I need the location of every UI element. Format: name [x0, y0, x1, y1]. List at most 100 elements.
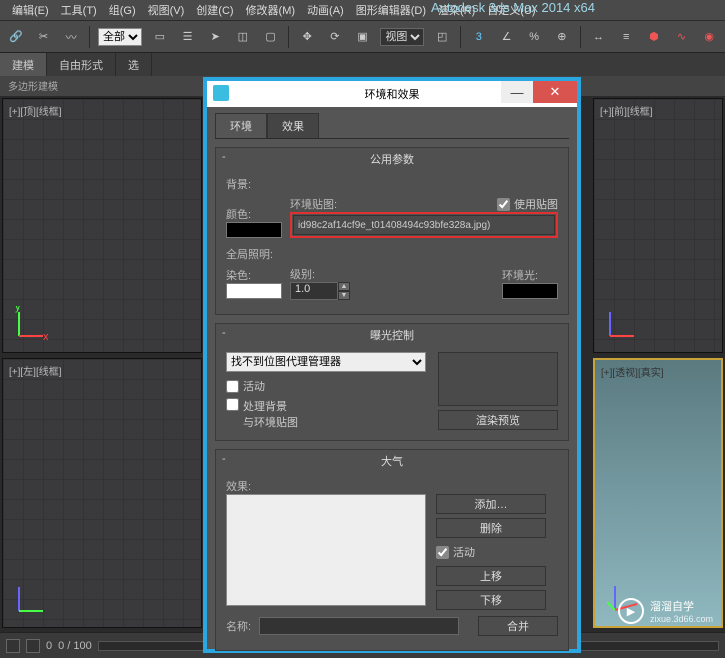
- svg-text:y: y: [15, 306, 21, 313]
- label-process-bg: 处理背景: [243, 401, 287, 413]
- link-icon[interactable]: 🔗: [6, 27, 26, 47]
- menu-edit[interactable]: 编辑(E): [8, 2, 53, 18]
- add-effect-button[interactable]: 添加…: [436, 494, 546, 514]
- region-icon[interactable]: ◫: [233, 27, 253, 47]
- pivot-icon[interactable]: ◰: [432, 27, 452, 47]
- curve-icon[interactable]: ∿: [672, 27, 692, 47]
- viewport-top-label[interactable]: [+][顶][线框]: [9, 103, 62, 118]
- env-map-button[interactable]: id98c2af14cf9e_t01408494c93bfe328a.jpg): [293, 215, 555, 235]
- align-icon[interactable]: ≡: [616, 27, 636, 47]
- panel-exposure-title: 曝光控制: [370, 330, 414, 342]
- label-env-map: 环境贴图:: [290, 196, 337, 212]
- tab-environment[interactable]: 环境: [215, 113, 267, 138]
- angle-snap-icon[interactable]: ∠: [497, 27, 517, 47]
- dialog-icon: [213, 85, 229, 101]
- tab-effects[interactable]: 效果: [267, 113, 319, 138]
- label-effects: 效果:: [226, 478, 558, 494]
- viewport-front[interactable]: [+][前][线框]: [593, 98, 723, 353]
- label-global-light: 全局照明:: [226, 246, 558, 262]
- app-title: Autodesk 3ds Max 2014 x64: [431, 0, 595, 15]
- atmos-active-checkbox[interactable]: [436, 546, 449, 559]
- viewport-top[interactable]: [+][顶][线框] yx: [2, 98, 202, 353]
- panel-atmosphere: - 大气 效果: 添加… 删除 活动 上移 下移: [215, 449, 569, 651]
- percent-snap-icon[interactable]: %: [524, 27, 544, 47]
- ambient-swatch[interactable]: [502, 283, 558, 299]
- schematic-icon[interactable]: ◉: [699, 27, 719, 47]
- mirror-icon[interactable]: ↔: [589, 27, 609, 47]
- delete-effect-button[interactable]: 删除: [436, 518, 546, 538]
- process-bg-wrap[interactable]: 处理背景 与环境贴图: [226, 398, 428, 430]
- exposure-active-checkbox[interactable]: [226, 380, 239, 393]
- rotate-icon[interactable]: ⟳: [325, 27, 345, 47]
- tab-modeling[interactable]: 建模: [0, 53, 47, 76]
- label-color: 颜色:: [226, 206, 282, 222]
- axis-gizmo-icon: [15, 581, 49, 615]
- effect-name-input[interactable]: [259, 617, 459, 635]
- select-name-icon[interactable]: ☰: [178, 27, 198, 47]
- environment-dialog: 环境和效果 — ✕ 环境 效果 -公用参数 背景: 颜色:: [203, 77, 581, 653]
- move-down-button[interactable]: 下移: [436, 590, 546, 610]
- scale-icon[interactable]: ▣: [353, 27, 373, 47]
- exposure-preview: [438, 352, 558, 406]
- spinner-snap-icon[interactable]: ⊕: [552, 27, 572, 47]
- dialog-tabs: 环境 效果: [215, 113, 569, 139]
- select-icon[interactable]: ▭: [150, 27, 170, 47]
- viewport-left[interactable]: [+][左][线框]: [2, 358, 202, 628]
- bg-color-swatch[interactable]: [226, 222, 282, 238]
- collapse-icon[interactable]: -: [222, 453, 226, 465]
- tint-swatch[interactable]: [226, 283, 282, 299]
- ref-coord-select[interactable]: 视图: [380, 28, 424, 46]
- watermark-brand: 溜溜自学: [650, 598, 713, 614]
- tab-selection[interactable]: 选: [116, 53, 152, 76]
- spinner-down-icon[interactable]: ▼: [338, 291, 350, 300]
- render-preview-button[interactable]: 渲染预览: [438, 410, 558, 430]
- collapse-icon[interactable]: -: [222, 151, 226, 163]
- menu-animation[interactable]: 动画(A): [303, 2, 348, 18]
- layer-icon[interactable]: ⬢: [644, 27, 664, 47]
- timeline-toggle-icon[interactable]: [6, 639, 20, 653]
- process-bg-checkbox[interactable]: [226, 398, 239, 411]
- exposure-select[interactable]: 找不到位图代理管理器: [226, 352, 426, 372]
- dialog-titlebar[interactable]: 环境和效果 — ✕: [207, 81, 577, 107]
- menu-views[interactable]: 视图(V): [144, 2, 189, 18]
- snap3-icon[interactable]: 3: [469, 27, 489, 47]
- collapse-icon[interactable]: -: [222, 327, 226, 339]
- label-level: 级别:: [290, 266, 350, 282]
- use-map-checkbox-wrap[interactable]: 使用贴图: [497, 196, 558, 212]
- minimize-button[interactable]: —: [501, 81, 533, 103]
- viewport-front-label[interactable]: [+][前][线框]: [600, 103, 653, 118]
- viewport-perspective[interactable]: [+][透视][真实]: [593, 358, 723, 628]
- play-icon: ▶: [618, 598, 644, 624]
- timeline-key-icon[interactable]: [26, 639, 40, 653]
- level-spinner[interactable]: 1.0: [290, 282, 338, 300]
- move-up-button[interactable]: 上移: [436, 566, 546, 586]
- menu-group[interactable]: 组(G): [105, 2, 140, 18]
- main-toolbar: 🔗 ✂ 〰 全部 ▭ ☰ ➤ ◫ ▢ ✥ ⟳ ▣ 视图 ◰ 3 ∠ % ⊕ ↔ …: [0, 20, 725, 52]
- viewport-left-label[interactable]: [+][左][线框]: [9, 363, 62, 378]
- unlink-icon[interactable]: ✂: [34, 27, 54, 47]
- use-map-checkbox[interactable]: [497, 198, 510, 211]
- atmos-active-wrap[interactable]: 活动: [436, 544, 546, 560]
- window-icon[interactable]: ▢: [261, 27, 281, 47]
- close-button[interactable]: ✕: [533, 81, 577, 103]
- cursor-icon[interactable]: ➤: [205, 27, 225, 47]
- merge-button[interactable]: 合并: [478, 616, 558, 636]
- panel-exposure: - 曝光控制 找不到位图代理管理器 活动 处理背景 与环境贴图: [215, 323, 569, 441]
- bind-icon[interactable]: 〰: [61, 27, 81, 47]
- viewport-perspective-label[interactable]: [+][透视][真实]: [601, 364, 664, 379]
- spinner-up-icon[interactable]: ▲: [338, 282, 350, 291]
- menu-create[interactable]: 创建(C): [192, 2, 237, 18]
- exposure-active-wrap[interactable]: 活动: [226, 378, 428, 394]
- effects-listbox[interactable]: [226, 494, 426, 606]
- panel-atmos-title: 大气: [381, 456, 403, 468]
- menu-tools[interactable]: 工具(T): [57, 2, 101, 18]
- menu-bar: 编辑(E) 工具(T) 组(G) 视图(V) 创建(C) 修改器(M) 动画(A…: [0, 0, 725, 20]
- move-icon[interactable]: ✥: [297, 27, 317, 47]
- menu-graph[interactable]: 图形编辑器(D): [352, 2, 430, 18]
- label-with-env: 与环境贴图: [243, 417, 298, 429]
- label-name: 名称:: [226, 618, 251, 634]
- menu-modifiers[interactable]: 修改器(M): [242, 2, 300, 18]
- selection-scope-select[interactable]: 全部: [98, 28, 142, 46]
- tab-freeform[interactable]: 自由形式: [47, 53, 116, 76]
- dialog-title-text: 环境和效果: [365, 86, 420, 102]
